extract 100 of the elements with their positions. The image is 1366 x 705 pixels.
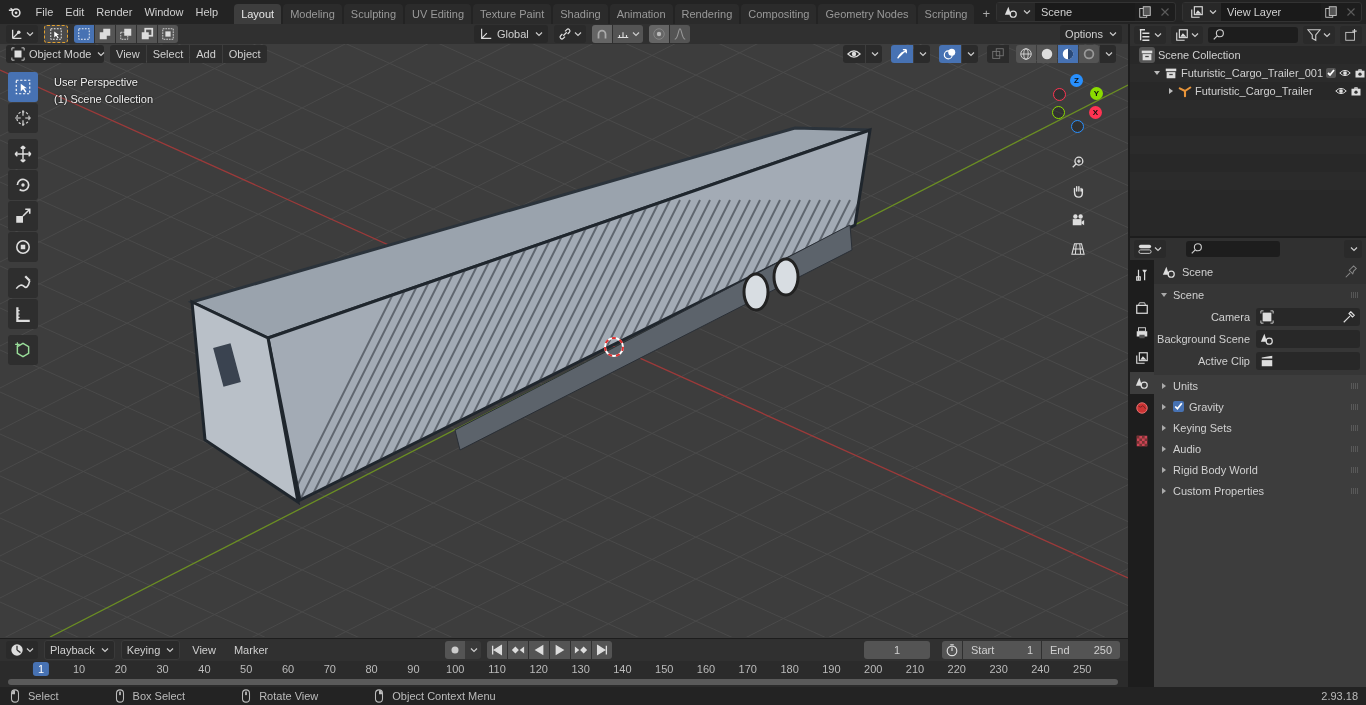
drag-handle-icon[interactable] — [1350, 403, 1360, 410]
copy-icon[interactable] — [1138, 5, 1152, 19]
viewport-toggle[interactable] — [891, 45, 913, 63]
workspace-tab[interactable]: Layout — [234, 4, 282, 24]
record-dropdown[interactable] — [465, 641, 482, 659]
menu-item[interactable]: Edit — [59, 6, 91, 18]
axis-handle[interactable]: Z — [1070, 74, 1083, 87]
tool-button[interactable] — [8, 139, 38, 169]
shading-mode-button[interactable] — [1058, 45, 1078, 63]
select-mode-button[interactable] — [158, 25, 178, 43]
outliner-item[interactable]: Futuristic_Cargo_Trailer — [1195, 85, 1313, 97]
disclosure-icon[interactable] — [1167, 87, 1175, 95]
preview-range-toggle[interactable] — [942, 641, 962, 659]
menu-item[interactable]: File — [29, 6, 60, 18]
falloff-dropdown[interactable] — [669, 25, 690, 43]
timeline-dropdown[interactable]: Playback — [44, 640, 115, 660]
eye-icon[interactable] — [1335, 85, 1347, 97]
panel-header[interactable]: Units — [1173, 379, 1199, 392]
tool-button[interactable] — [8, 170, 38, 200]
disclosure-icon[interactable] — [1160, 290, 1168, 299]
start-frame-field[interactable]: Start 1 — [963, 641, 1041, 659]
tool-button[interactable] — [8, 299, 38, 329]
options-dropdown[interactable]: Options — [1060, 25, 1122, 43]
panel-header[interactable]: Scene — [1173, 288, 1205, 301]
snap-toggle[interactable] — [591, 25, 612, 43]
eye-icon[interactable] — [1339, 67, 1352, 79]
outliner-item[interactable]: Scene Collection — [1158, 49, 1241, 61]
panel-checkbox[interactable] — [1173, 401, 1184, 412]
tool-button[interactable] — [8, 232, 38, 262]
disclosure-icon[interactable] — [1160, 402, 1168, 411]
panel-header[interactable]: Gravity — [1189, 400, 1224, 413]
properties-tab[interactable] — [1130, 372, 1154, 394]
drag-handle-icon[interactable] — [1350, 445, 1360, 452]
filter-button[interactable] — [1303, 26, 1335, 44]
workspace-tab[interactable]: UV Editing — [405, 4, 472, 24]
viewport-menu[interactable]: Add — [190, 45, 222, 63]
tool-button[interactable] — [8, 201, 38, 231]
timeline-scrollbar[interactable] — [8, 679, 1118, 685]
disclosure-icon[interactable] — [1153, 69, 1161, 77]
editor-type-button[interactable] — [6, 641, 38, 659]
drag-handle-icon[interactable] — [1350, 466, 1360, 473]
end-frame-field[interactable]: End 250 — [1042, 641, 1120, 659]
workspace-tab[interactable]: Shading — [553, 4, 608, 24]
viewport-toggle[interactable] — [987, 45, 1009, 63]
drag-handle-icon[interactable] — [1350, 291, 1360, 298]
copy-icon[interactable] — [1324, 5, 1338, 19]
workspace-tab[interactable]: Compositing — [741, 4, 817, 24]
tool-button[interactable] — [8, 103, 38, 133]
shading-mode-button[interactable] — [1016, 45, 1036, 63]
workspace-tab[interactable]: Sculpting — [343, 4, 404, 24]
viewport-toggle[interactable] — [843, 45, 865, 63]
menu-item[interactable]: Render — [90, 6, 139, 18]
toggle-dropdown[interactable] — [914, 45, 930, 63]
outliner-item[interactable]: Futuristic_Cargo_Trailer_001 — [1181, 67, 1324, 79]
mode-dropdown[interactable]: Object Mode — [6, 45, 104, 63]
workspace-tab[interactable]: Texture Paint — [473, 4, 552, 24]
menu-item[interactable]: Window — [138, 6, 190, 18]
negative-axis-handle[interactable] — [1053, 88, 1066, 101]
options-dropdown[interactable] — [1344, 240, 1362, 258]
drag-handle-icon[interactable] — [1350, 487, 1360, 494]
object-field[interactable] — [1256, 308, 1360, 326]
new-collection-button[interactable] — [1340, 26, 1362, 44]
disclosure-icon[interactable] — [1160, 381, 1168, 390]
jump-start-button[interactable] — [487, 641, 508, 659]
select-tool-button[interactable] — [44, 25, 68, 43]
menu-item[interactable]: Help — [189, 6, 225, 18]
axis-handle[interactable]: X — [1089, 106, 1102, 119]
pin-icon[interactable] — [1344, 265, 1358, 279]
drag-handle-icon[interactable] — [1350, 382, 1360, 389]
timeline-dropdown[interactable]: Keying — [120, 640, 181, 660]
viewport-menu[interactable]: Select — [146, 45, 190, 63]
scene-selector[interactable]: Scene — [996, 2, 1176, 22]
negative-axis-handle[interactable] — [1071, 120, 1084, 133]
snap-mode-dropdown[interactable] — [612, 25, 643, 43]
view-layer-selector[interactable]: View Layer — [1182, 2, 1362, 22]
panel-header[interactable]: Keying Sets — [1173, 421, 1232, 434]
viewport-menu[interactable]: View — [110, 45, 146, 63]
editor-type-button[interactable] — [1134, 26, 1166, 44]
panel-header[interactable]: Audio — [1173, 442, 1202, 455]
proportional-edit-toggle[interactable] — [648, 25, 669, 43]
display-mode-button[interactable] — [1171, 26, 1203, 44]
disclosure-icon[interactable] — [1160, 444, 1168, 453]
current-frame-field[interactable]: 1 — [864, 641, 930, 659]
search-field[interactable] — [1186, 241, 1280, 257]
shading-dropdown[interactable] — [1100, 45, 1116, 63]
disclosure-icon[interactable] — [1160, 486, 1168, 495]
toggle-dropdown[interactable] — [962, 45, 978, 63]
drag-handle-icon[interactable] — [1350, 424, 1360, 431]
shading-mode-button[interactable] — [1037, 45, 1057, 63]
exclude-checkbox[interactable] — [1326, 68, 1337, 78]
timeline-menu[interactable]: Marker — [227, 644, 275, 656]
select-mode-button[interactable] — [74, 25, 94, 43]
negative-axis-handle[interactable] — [1052, 106, 1065, 119]
disclosure-icon[interactable] — [1160, 465, 1168, 474]
editor-type-button[interactable] — [6, 25, 38, 43]
panel-header[interactable]: Custom Properties — [1173, 484, 1265, 497]
editor-type-button[interactable] — [1134, 240, 1166, 258]
workspace-tab[interactable]: Rendering — [674, 4, 740, 24]
search-field[interactable] — [1208, 27, 1298, 43]
timeline-menu[interactable]: View — [186, 644, 222, 656]
